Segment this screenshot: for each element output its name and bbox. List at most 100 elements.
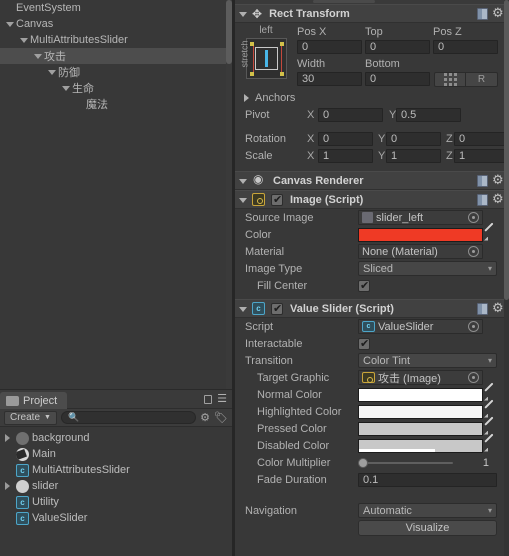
fade-duration-input[interactable]: 0.1 [358,472,497,487]
hierarchy-item[interactable]: Canvas [0,16,232,32]
expand-arrow-icon[interactable] [3,481,13,491]
image-type-dropdown[interactable]: Sliced ▾ [358,261,497,276]
hierarchy-item[interactable]: 魔法 [0,96,232,112]
create-button[interactable]: Create ▼ [4,410,57,425]
source-image-field[interactable]: slider_left [358,210,483,225]
expand-arrow-icon[interactable] [46,67,57,78]
pivot-label: Pivot [245,108,270,121]
interactable-checkbox[interactable] [358,337,370,350]
filter-label-icon[interactable]: 🏷 [214,411,228,424]
gear-icon[interactable] [492,300,504,316]
pos-z-input[interactable]: 0 [433,40,498,54]
object-picker-icon[interactable] [468,246,479,257]
hierarchy-scrollbar-thumb[interactable] [226,0,232,64]
rotation-z-input[interactable]: 0 [454,131,509,146]
anchors-foldout-row[interactable]: Anchors [235,89,509,106]
hierarchy-item[interactable]: 生命 [0,80,232,96]
anchors-foldout-icon[interactable] [241,93,251,103]
hierarchy-item[interactable]: EventSystem [0,0,232,16]
expand-arrow-icon[interactable] [60,83,71,94]
prefab-icon [16,431,29,445]
component-header-rect-transform[interactable]: ✥ Rect Transform [235,4,509,23]
project-item[interactable]: c Utility [0,494,232,510]
project-item[interactable]: slider [0,478,232,494]
eyedropper-icon[interactable] [483,422,497,436]
eyedropper-icon[interactable] [483,388,497,402]
object-picker-icon[interactable] [468,372,479,383]
pivot-y-input[interactable]: 0.5 [396,107,461,122]
project-item[interactable]: background [0,430,232,446]
transition-label: Transition [245,354,293,367]
gear-icon[interactable] [492,172,504,188]
target-graphic-field[interactable]: 攻击 (Image) [358,370,483,385]
foldout-arrow-icon[interactable] [238,9,248,19]
gear-icon[interactable] [492,5,504,21]
material-field[interactable]: None (Material) [358,244,483,259]
hierarchy-item[interactable]: MultiAttributesSlider [0,32,232,48]
object-picker-icon[interactable] [468,212,479,223]
rotation-y-input[interactable]: 0 [386,131,441,146]
normal-color-swatch[interactable] [358,387,483,402]
expand-arrow-icon[interactable] [32,51,43,62]
panel-menu-icon[interactable]: ☰ [217,394,227,405]
help-icon[interactable] [477,7,488,20]
blueprint-mode-toggle[interactable] [434,71,466,87]
project-item[interactable]: Main [0,446,232,462]
pivot-x-input[interactable]: 0 [318,107,383,122]
transition-dropdown[interactable]: Color Tint ▾ [358,353,497,368]
foldout-arrow-icon[interactable] [238,195,248,205]
slider-handle[interactable] [358,457,368,468]
expand-arrow-icon[interactable] [3,433,13,443]
hierarchy-scrollbar[interactable] [226,0,232,389]
fill-center-checkbox[interactable] [358,279,370,292]
eyedropper-icon[interactable] [483,439,497,453]
foldout-arrow-icon[interactable] [238,304,248,314]
foldout-arrow-icon[interactable] [238,176,248,186]
expand-arrow-icon[interactable] [4,19,15,30]
inspector-scrollbar[interactable] [504,0,509,556]
value-slider-enabled-checkbox[interactable] [271,302,283,315]
scale-y-input[interactable]: 1 [386,148,441,163]
hierarchy-item[interactable]: 防御 [0,64,232,80]
scale-x-input[interactable]: 1 [318,148,373,163]
gear-icon[interactable] [492,191,504,207]
search-input[interactable]: 🔍 [60,411,197,424]
raw-edit-mode-toggle[interactable]: R [466,71,498,87]
highlighted-color-swatch[interactable] [358,404,483,419]
eyedropper-icon[interactable] [483,228,497,242]
anchor-preset-widget[interactable] [245,38,287,79]
project-item[interactable]: c ValueSlider [0,510,232,526]
component-header-image[interactable]: Image (Script) [235,190,509,209]
eyedropper-icon[interactable] [483,405,497,419]
expand-arrow-icon[interactable] [18,35,29,46]
help-icon[interactable] [477,302,488,315]
inspector-scrollbar-thumb[interactable] [504,0,509,300]
color-multiplier-value[interactable]: 1 [453,457,493,469]
pos-x-input[interactable]: 0 [297,40,362,54]
lock-icon[interactable] [204,394,213,404]
component-header-value-slider[interactable]: c Value Slider (Script) [235,299,509,318]
color-swatch[interactable] [358,227,483,242]
tab-project[interactable]: Project [0,392,68,409]
pos-z-label: Pos Z [433,26,462,38]
object-picker-icon[interactable] [468,321,479,332]
pressed-color-swatch[interactable] [358,421,483,436]
hierarchy-item[interactable]: 攻击 [0,48,232,64]
project-item[interactable]: c MultiAttributesSlider [0,462,232,478]
component-header-canvas-renderer[interactable]: Canvas Renderer [235,171,509,190]
rotation-x-input[interactable]: 0 [318,131,373,146]
color-multiplier-slider[interactable] [358,456,453,470]
help-icon[interactable] [477,174,488,187]
scale-z-input[interactable]: 1 [454,148,509,163]
bottom-input[interactable]: 0 [365,72,430,86]
top-input[interactable]: 0 [365,40,430,54]
disabled-color-swatch[interactable] [358,438,483,453]
width-input[interactable]: 30 [297,72,362,86]
visualize-button[interactable]: Visualize [358,519,497,536]
navigation-dropdown[interactable]: Automatic ▾ [358,503,497,518]
help-icon[interactable] [477,193,488,206]
rotation-row: Rotation X 0 Y 0 Z 0 [235,130,509,147]
script-field[interactable]: c ValueSlider [358,319,483,334]
image-enabled-checkbox[interactable] [271,193,283,206]
filter-type-icon[interactable]: ⚙ [200,411,210,424]
